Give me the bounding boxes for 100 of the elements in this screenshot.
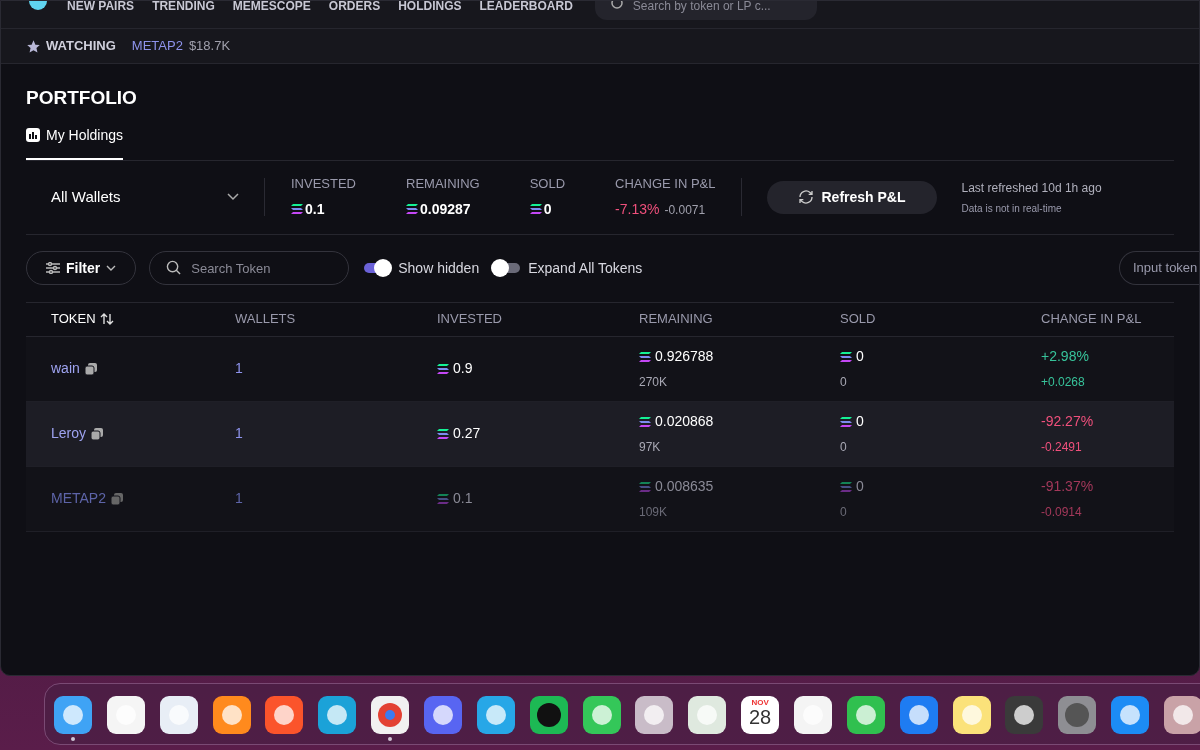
sliders-icon [46, 262, 60, 274]
search-icon [166, 260, 182, 275]
table-cell-text: 0.926788 [655, 347, 714, 366]
app-icon[interactable] [476, 695, 515, 734]
coin-icon [437, 493, 449, 504]
copy-icon [84, 362, 97, 375]
logo-icon[interactable] [28, 1, 48, 11]
nav-link[interactable]: HOLDINGS [398, 0, 462, 15]
column-header[interactable]: WALLETS [235, 309, 296, 329]
wallet-select[interactable]: All Wallets [26, 185, 264, 209]
stat-label: SOLD [529, 175, 566, 194]
token-name[interactable]: wain [51, 358, 80, 379]
table-cell-text: 0.008635 [655, 477, 714, 496]
column-header[interactable]: INVESTED [437, 309, 502, 329]
table-cell-text: 0.1 [453, 489, 473, 508]
stat-value: 0.09287 [420, 199, 471, 219]
watching-label: WATCHING [46, 37, 116, 56]
app-icon[interactable] [1111, 695, 1150, 734]
coin-icon [291, 204, 303, 215]
column-header[interactable]: REMAINING [639, 309, 713, 329]
table-cell-text: 0 [856, 477, 864, 496]
stat-label: REMAINING [406, 175, 480, 194]
table-cell-text: 0.9 [453, 359, 473, 378]
refresh-icon [797, 189, 814, 205]
stat-label: CHANGE IN P&L [615, 175, 716, 194]
coin-icon [639, 416, 651, 427]
pnl-amount: -0.2491 [1041, 439, 1083, 456]
coin-icon [639, 481, 651, 492]
refresh-button[interactable]: Refresh P&L [766, 180, 937, 214]
toggle-label: Expand All Tokens [528, 258, 643, 278]
copy-icon [111, 492, 123, 505]
coin-icon [840, 481, 852, 492]
search-field[interactable]: Search Token [149, 251, 350, 285]
search-field[interactable]: Search by token or LP c... [594, 1, 817, 20]
app-icon[interactable] [846, 695, 885, 734]
coin-icon [840, 351, 852, 362]
stat-subvalue: -0.0071 [664, 201, 706, 219]
table-subcell: 109K [639, 504, 669, 521]
chevron-icon [106, 265, 117, 271]
stat-value: 0.1 [305, 199, 325, 219]
chevron-icon [227, 193, 239, 201]
app-icon[interactable] [212, 695, 251, 734]
app-icon[interactable] [793, 695, 832, 734]
copy-icon [91, 427, 104, 440]
app-icon[interactable] [688, 695, 727, 734]
nav-link[interactable]: LEADERBOARD [479, 0, 573, 15]
pnl-amount: +0.0268 [1041, 374, 1086, 391]
table-cell-text: 1 [234, 489, 244, 508]
coin-icon [529, 204, 542, 215]
token-name[interactable]: Leroy [51, 423, 87, 444]
pnl-percent: -91.37% [1041, 477, 1095, 496]
table-subcell: 97K [639, 439, 662, 456]
app-icon[interactable] [1163, 695, 1200, 734]
calendar-app-icon[interactable]: NOV 28 [741, 695, 780, 734]
watch-item[interactable]: METAP2 $18.7K [131, 36, 231, 56]
tab[interactable]: My Holdings [26, 124, 124, 160]
table-cell-text: 1 [234, 359, 244, 378]
coin-icon [437, 428, 449, 439]
stat-value: 0 [543, 199, 552, 219]
app-icon[interactable] [371, 695, 410, 734]
column-header[interactable]: TOKEN [51, 309, 96, 329]
toggle-label: Show hidden [398, 258, 480, 278]
sort-icon [99, 313, 114, 325]
nav-link[interactable]: ORDERS [328, 0, 381, 15]
page-title: PORTFOLIO [26, 86, 137, 110]
pnl-amount: -0.0914 [1041, 504, 1083, 521]
nav-link[interactable]: MEMESCOPE [232, 0, 311, 15]
coin-icon [639, 351, 651, 362]
app-icon[interactable] [318, 695, 357, 734]
app-icon[interactable] [952, 695, 991, 734]
app-icon[interactable] [529, 695, 568, 734]
column-header[interactable]: SOLD [840, 309, 876, 329]
app-icon[interactable] [159, 695, 198, 734]
table-cell-text: 1 [234, 424, 244, 443]
table-cell-text: 0.020868 [655, 412, 714, 431]
app-icon[interactable] [899, 695, 938, 734]
table-subcell: 0 [840, 504, 848, 521]
stat-value: -7.13% [615, 199, 660, 219]
star-icon [26, 38, 41, 54]
nav-link[interactable]: NEW PAIRS [67, 0, 135, 15]
app-icon[interactable] [1005, 695, 1044, 734]
table-row[interactable]: Leroy 1 0.27 0.020868 97K 0 0 -92.27% -0.2491 [26, 401, 1174, 467]
stat-label: INVESTED [291, 175, 356, 194]
coin-icon [840, 416, 852, 427]
app-icon[interactable] [106, 695, 145, 734]
realtime-note: Data is not in real-time [961, 201, 1063, 216]
app-icon[interactable] [635, 695, 674, 734]
last-refreshed: Last refreshed 10d 1h ago [961, 179, 1102, 197]
pnl-percent: +2.98% [1041, 347, 1090, 366]
app-icon[interactable] [53, 695, 92, 734]
coin-icon [406, 204, 418, 215]
chart-icon [26, 128, 40, 142]
app-icon[interactable] [265, 695, 304, 734]
table-cell-text: 0 [856, 412, 864, 431]
table-subcell: 0 [840, 439, 848, 456]
app-icon[interactable] [582, 695, 621, 734]
nav-link[interactable]: TRENDING [152, 0, 215, 15]
pnl-percent: -92.27% [1041, 412, 1095, 431]
column-header[interactable]: CHANGE IN P&L [1041, 309, 1142, 329]
app-icon[interactable] [423, 695, 462, 734]
